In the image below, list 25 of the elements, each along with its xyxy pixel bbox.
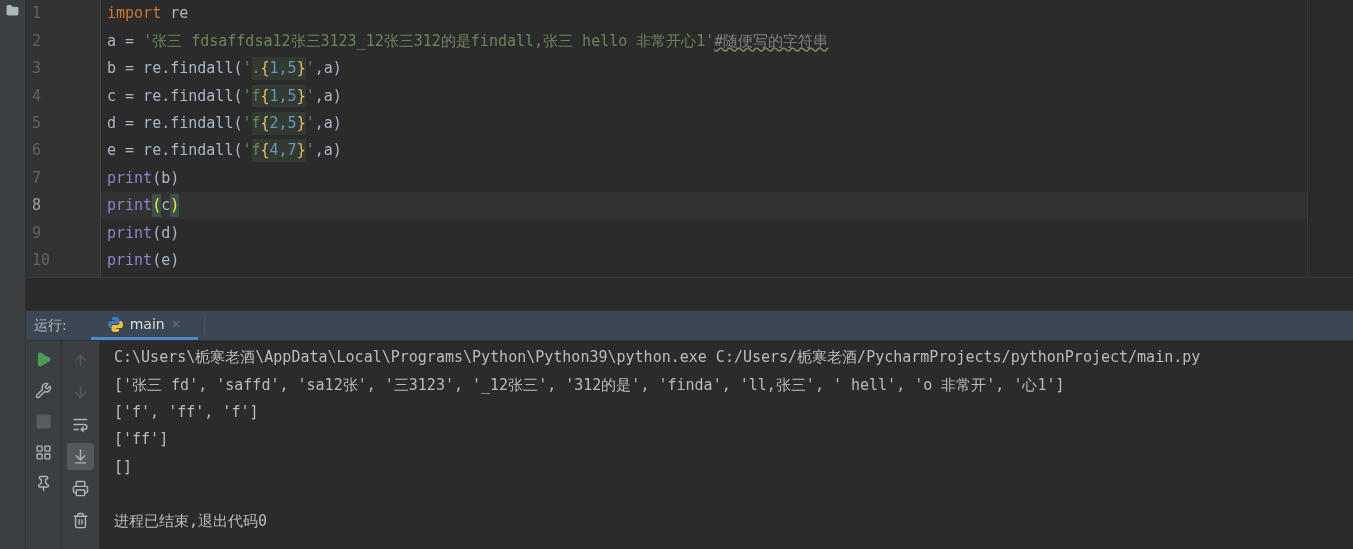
run-panel-label: 运行:	[34, 316, 67, 335]
code-line: print(d)	[106, 222, 181, 244]
code-line: d = re.findall('f{2,5}',a)	[101, 109, 1307, 137]
console-output-line: ['张三 fd', 'saffd', 'sa12张', '三3123', '_12张三', '312的是', 'finda', 'll,张三', ' hell', 'o 非常开', '心1']	[114, 374, 1065, 396]
console-output-line: ['f', 'ff', 'f']	[114, 402, 259, 423]
python-logo-icon	[106, 315, 124, 333]
line-number: 8	[32, 195, 42, 217]
console-output-line: []	[114, 456, 133, 478]
console-output-line: C:\Users\栀寒老酒\AppData\Local\Programs\Python\Python39\python.exe C:/Users/栀寒老酒/PycharmProjects/pythonProject/main.py	[114, 347, 1201, 369]
code-line: e = re.findall('f{4,7}',a)	[106, 138, 343, 164]
pin-icon[interactable]	[35, 475, 52, 492]
folder-icon[interactable]	[6, 4, 19, 17]
run-tab[interactable]: main ×	[90, 311, 198, 340]
layout-icon[interactable]	[35, 444, 52, 461]
console-output-line: ['ff']	[114, 429, 169, 451]
code-line: a = '张三 fdsaffdsa12张三3123_12张三312的是findall,张三 hello 非常开心1'#随便写的字符串	[106, 30, 830, 52]
wrench-icon[interactable]	[35, 382, 52, 399]
exit-message: 进程已结束,退出代码0	[114, 511, 268, 533]
code-line: import re	[106, 3, 190, 25]
run-icon[interactable]	[35, 351, 52, 368]
code-line: print(b)	[106, 167, 181, 189]
code-line: c = re.findall('f{1,5}',a)	[101, 82, 1307, 110]
code-line: print(e)	[106, 249, 181, 271]
code-line: b = re.findall('.{1,5}',a)	[106, 56, 343, 82]
scroll-to-end-icon[interactable]	[67, 443, 94, 470]
